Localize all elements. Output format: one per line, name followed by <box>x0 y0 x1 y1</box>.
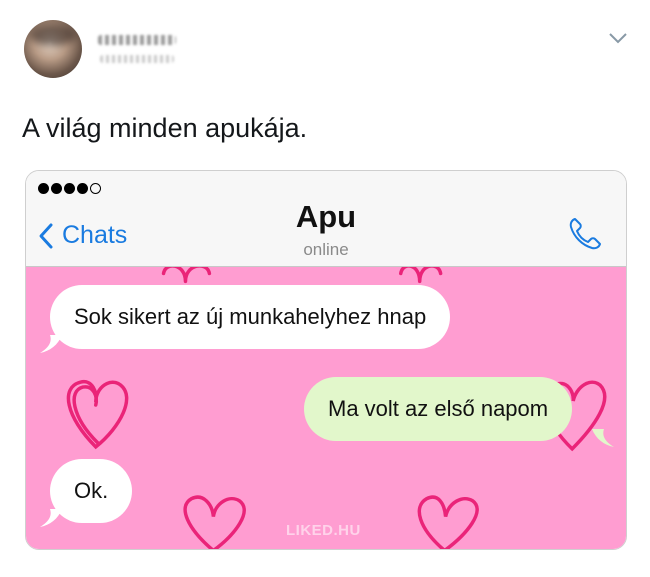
chat-area: Sok sikert az új munkahelyhez hnap Ma vo… <box>26 267 626 549</box>
message-text: Ma volt az első napom <box>328 396 549 421</box>
contact-status: online <box>303 240 349 259</box>
phone-icon[interactable] <box>566 215 604 253</box>
redacted-username <box>100 55 174 63</box>
bubble-tail <box>592 429 614 447</box>
tweet-text: A világ minden apukája. <box>22 113 308 143</box>
tweet-header <box>0 0 650 100</box>
message-text: Ok. <box>74 478 109 503</box>
signal-strength-icon <box>38 181 101 195</box>
message-text: Sok sikert az új munkahelyhez hnap <box>74 304 427 329</box>
user-avatar[interactable] <box>24 20 82 78</box>
incoming-message-bubble: Ok. <box>50 459 133 523</box>
outgoing-message-bubble: Ma volt az első napom <box>304 377 573 441</box>
watermark: LIKED.HU <box>286 522 361 539</box>
redacted-display-name <box>98 35 176 45</box>
chat-header: Chats Apu online <box>26 171 626 267</box>
contact-name: Apu <box>295 199 357 234</box>
chevron-down-icon[interactable] <box>607 30 629 46</box>
incoming-message-bubble: Sok sikert az új munkahelyhez hnap <box>50 285 451 349</box>
chat-screenshot: Chats Apu online Sok sikert az új munkah <box>25 170 627 550</box>
